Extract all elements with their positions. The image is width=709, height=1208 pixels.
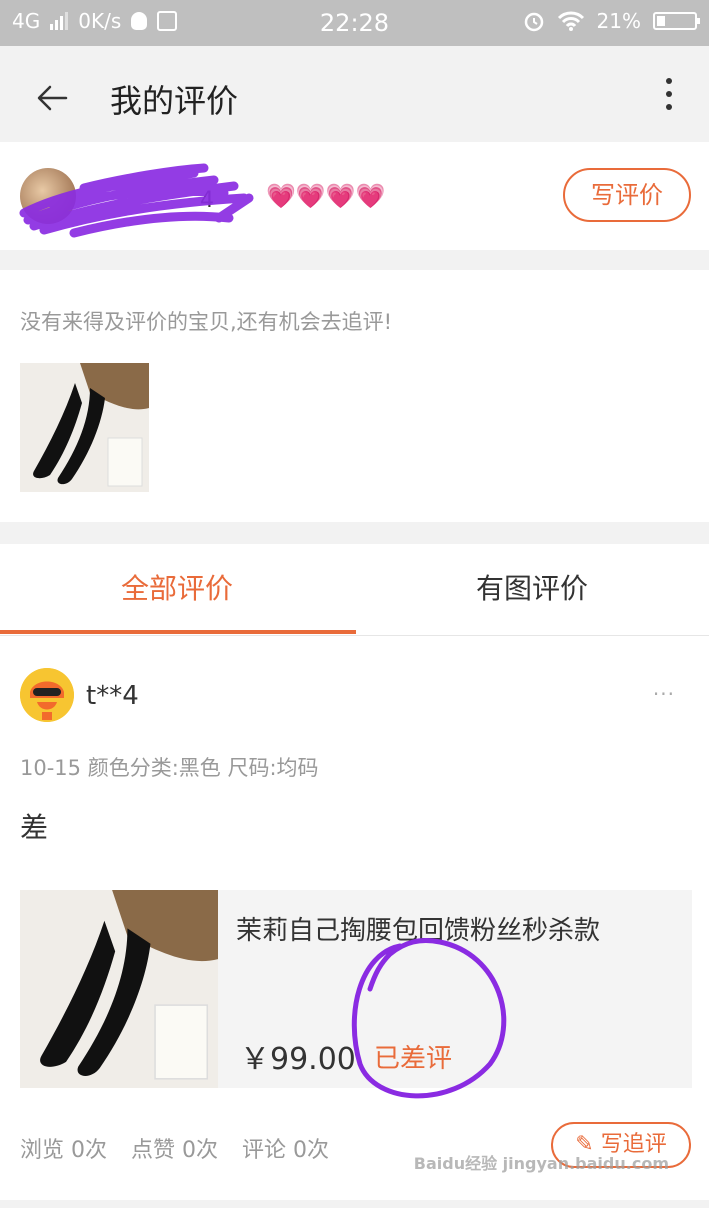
back-arrow-icon[interactable] xyxy=(34,80,70,116)
reviewer-avatar[interactable] xyxy=(20,668,74,722)
pending-product-thumbnail[interactable] xyxy=(20,363,149,492)
tab-all-reviews[interactable]: 全部评价 xyxy=(0,544,354,635)
more-vertical-icon[interactable] xyxy=(659,78,679,114)
tab-image-reviews[interactable]: 有图评价 xyxy=(355,544,709,635)
product-image xyxy=(20,890,218,1088)
mascot-icon xyxy=(20,668,74,722)
write-review-button[interactable]: 写评价 xyxy=(563,168,691,222)
stockings-image xyxy=(20,363,149,492)
review-tabs: 全部评价 有图评价 xyxy=(0,544,709,636)
more-horizontal-icon[interactable]: ··· xyxy=(653,682,675,706)
level-hearts: 💗💗💗💗 xyxy=(266,182,386,210)
active-tab-indicator xyxy=(0,630,356,634)
user-card: 4 💗💗💗💗 写评价 xyxy=(0,142,709,250)
battery-icon xyxy=(653,12,700,30)
status-right: 21% xyxy=(523,9,700,33)
product-price: ￥99.00 xyxy=(240,1042,356,1077)
alarm-icon xyxy=(524,12,543,32)
page-title: 我的评价 xyxy=(110,82,239,120)
battery-percent: 21% xyxy=(596,9,641,33)
view-count: 浏览 0次 xyxy=(20,1138,107,1163)
pending-hint: 没有来得及评价的宝贝,还有机会去追评! xyxy=(20,310,393,334)
product-card[interactable]: 茉莉自己掏腰包回馈粉丝秒杀款 ￥99.00 已差评 xyxy=(20,890,692,1088)
pending-review-section: 没有来得及评价的宝贝,还有机会去追评! xyxy=(0,270,709,522)
like-count: 点赞 0次 xyxy=(131,1138,218,1163)
review-meta: 10-15 颜色分类:黑色 尺码:均码 xyxy=(20,756,319,780)
reviewer-name: t**4 xyxy=(86,681,139,711)
comment-count: 评论 0次 xyxy=(242,1138,329,1163)
product-title: 茉莉自己掏腰包回馈粉丝秒杀款 xyxy=(236,916,601,946)
wifi-icon xyxy=(557,11,584,31)
watermark: Baidu经验 jingyan.baidu.com xyxy=(413,1154,669,1173)
review-text: 差 xyxy=(20,811,49,844)
review-card: t**4 ··· 10-15 颜色分类:黑色 尺码:均码 差 茉莉自己掏腰包回馈… xyxy=(0,636,709,1200)
page-header: 我的评价 xyxy=(0,70,709,142)
status-bar: 4G 0K/s 22:28 21% xyxy=(0,0,709,46)
review-stats: 浏览 0次 点赞 0次 评论 0次 xyxy=(20,1132,329,1164)
stockings-image xyxy=(20,890,218,1088)
redaction-scribble xyxy=(19,163,254,238)
review-status-badge: 已差评 xyxy=(374,1044,453,1074)
